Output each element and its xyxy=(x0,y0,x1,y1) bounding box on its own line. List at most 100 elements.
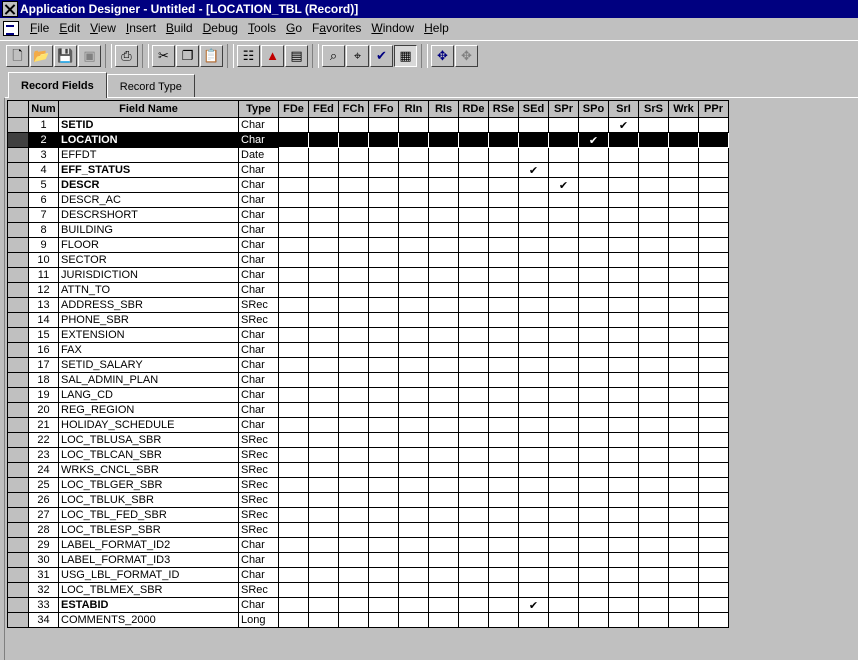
flag-cell-spo[interactable] xyxy=(578,477,609,493)
flag-cell-srs[interactable] xyxy=(638,252,669,268)
flag-cell-rin[interactable] xyxy=(398,117,429,133)
table-row[interactable]: 7 DESCRSHORT Char xyxy=(7,207,729,223)
flag-cell-spo[interactable] xyxy=(578,222,609,238)
flag-cell-fde[interactable] xyxy=(278,447,309,463)
flag-cell-fde[interactable] xyxy=(278,132,309,148)
flag-cell-wrk[interactable] xyxy=(668,312,699,328)
flag-cell-sri[interactable] xyxy=(608,297,639,313)
flag-cell-spo[interactable] xyxy=(578,387,609,403)
flag-cell-wrk[interactable] xyxy=(668,552,699,568)
flag-cell-ffo[interactable] xyxy=(368,387,399,403)
flag-cell-spo[interactable] xyxy=(578,522,609,538)
flag-cell-rin[interactable] xyxy=(398,372,429,388)
flag-cell-spo[interactable] xyxy=(578,432,609,448)
flag-cell-spo[interactable] xyxy=(578,447,609,463)
flag-cell-fde[interactable] xyxy=(278,477,309,493)
field-name-cell[interactable]: ATTN_TO xyxy=(58,282,239,298)
flag-cell-spr[interactable]: ✔ xyxy=(548,177,579,193)
flag-cell-ris[interactable] xyxy=(428,477,459,493)
flag-cell-spr[interactable] xyxy=(548,207,579,223)
flag-cell-fed[interactable] xyxy=(308,582,339,598)
flag-cell-srs[interactable] xyxy=(638,402,669,418)
flag-cell-ppr[interactable] xyxy=(698,147,729,163)
flag-cell-spr[interactable] xyxy=(548,297,579,313)
row-selector[interactable] xyxy=(7,252,29,268)
flag-cell-sri[interactable] xyxy=(608,432,639,448)
column-header-sed[interactable]: SEd xyxy=(518,100,549,118)
flag-cell-fed[interactable] xyxy=(308,312,339,328)
copy-button[interactable]: ❐ xyxy=(176,44,199,67)
flag-cell-sed[interactable] xyxy=(518,342,549,358)
flag-cell-sri[interactable] xyxy=(608,447,639,463)
flag-cell-sed[interactable] xyxy=(518,267,549,283)
flag-cell-sed[interactable] xyxy=(518,117,549,133)
table-row[interactable]: 3 EFFDT Date xyxy=(7,147,729,163)
flag-cell-ffo[interactable] xyxy=(368,447,399,463)
flag-cell-ris[interactable] xyxy=(428,612,459,628)
table-row[interactable]: 23 LOC_TBLCAN_SBR SRec xyxy=(7,447,729,463)
flag-cell-fed[interactable] xyxy=(308,612,339,628)
row-selector[interactable] xyxy=(7,492,29,508)
menu-tools[interactable]: Tools xyxy=(243,21,281,35)
flag-cell-spr[interactable] xyxy=(548,492,579,508)
row-selector[interactable] xyxy=(7,342,29,358)
flag-cell-sri[interactable] xyxy=(608,417,639,433)
flag-cell-sri[interactable] xyxy=(608,132,639,148)
menu-debug[interactable]: Debug xyxy=(198,21,243,35)
flag-cell-wrk[interactable] xyxy=(668,582,699,598)
flag-cell-wrk[interactable] xyxy=(668,297,699,313)
flag-cell-wrk[interactable] xyxy=(668,432,699,448)
table-row[interactable]: 29 LABEL_FORMAT_ID2 Char xyxy=(7,537,729,553)
flag-cell-ris[interactable] xyxy=(428,207,459,223)
flag-cell-spr[interactable] xyxy=(548,477,579,493)
flag-cell-rin[interactable] xyxy=(398,417,429,433)
flag-cell-spo[interactable] xyxy=(578,582,609,598)
flag-cell-sri[interactable] xyxy=(608,612,639,628)
flag-cell-rde[interactable] xyxy=(458,312,489,328)
flag-cell-ris[interactable] xyxy=(428,567,459,583)
flag-cell-ris[interactable] xyxy=(428,402,459,418)
flag-cell-rse[interactable] xyxy=(488,492,519,508)
flag-cell-rin[interactable] xyxy=(398,447,429,463)
flag-cell-ris[interactable] xyxy=(428,222,459,238)
flag-cell-spo[interactable] xyxy=(578,462,609,478)
menu-go[interactable]: Go xyxy=(281,21,307,35)
project-button[interactable]: ▤ xyxy=(285,44,308,67)
field-name-cell[interactable]: LOC_TBLCAN_SBR xyxy=(58,447,239,463)
flag-cell-ffo[interactable] xyxy=(368,237,399,253)
flag-cell-sri[interactable] xyxy=(608,357,639,373)
row-selector[interactable] xyxy=(7,582,29,598)
flag-cell-ffo[interactable] xyxy=(368,282,399,298)
menu-edit[interactable]: Edit xyxy=(54,21,85,35)
flag-cell-srs[interactable] xyxy=(638,147,669,163)
flag-cell-ris[interactable] xyxy=(428,237,459,253)
flag-cell-ppr[interactable] xyxy=(698,222,729,238)
flag-cell-spo[interactable] xyxy=(578,267,609,283)
table-row[interactable]: 30 LABEL_FORMAT_ID3 Char xyxy=(7,552,729,568)
flag-cell-ffo[interactable] xyxy=(368,537,399,553)
flag-cell-rde[interactable] xyxy=(458,417,489,433)
flag-cell-sed[interactable]: ✔ xyxy=(518,597,549,613)
flag-cell-fde[interactable] xyxy=(278,282,309,298)
flag-cell-fed[interactable] xyxy=(308,177,339,193)
flag-cell-fch[interactable] xyxy=(338,342,369,358)
flag-cell-rin[interactable] xyxy=(398,402,429,418)
field-name-cell[interactable]: SETID_SALARY xyxy=(58,357,239,373)
flag-cell-ppr[interactable] xyxy=(698,522,729,538)
flag-cell-wrk[interactable] xyxy=(668,282,699,298)
flag-cell-spo[interactable] xyxy=(578,567,609,583)
flag-cell-fde[interactable] xyxy=(278,252,309,268)
menu-window[interactable]: Window xyxy=(366,21,419,35)
flag-cell-fed[interactable] xyxy=(308,147,339,163)
row-selector[interactable] xyxy=(7,597,29,613)
flag-cell-rde[interactable] xyxy=(458,462,489,478)
column-header-fed[interactable]: FEd xyxy=(308,100,339,118)
flag-cell-ris[interactable] xyxy=(428,267,459,283)
flag-cell-sri[interactable] xyxy=(608,237,639,253)
menu-build[interactable]: Build xyxy=(161,21,198,35)
row-selector[interactable] xyxy=(7,282,29,298)
flag-cell-rse[interactable] xyxy=(488,207,519,223)
field-name-cell[interactable]: FAX xyxy=(58,342,239,358)
flag-cell-rse[interactable] xyxy=(488,117,519,133)
save-button[interactable]: 💾 xyxy=(54,44,77,67)
